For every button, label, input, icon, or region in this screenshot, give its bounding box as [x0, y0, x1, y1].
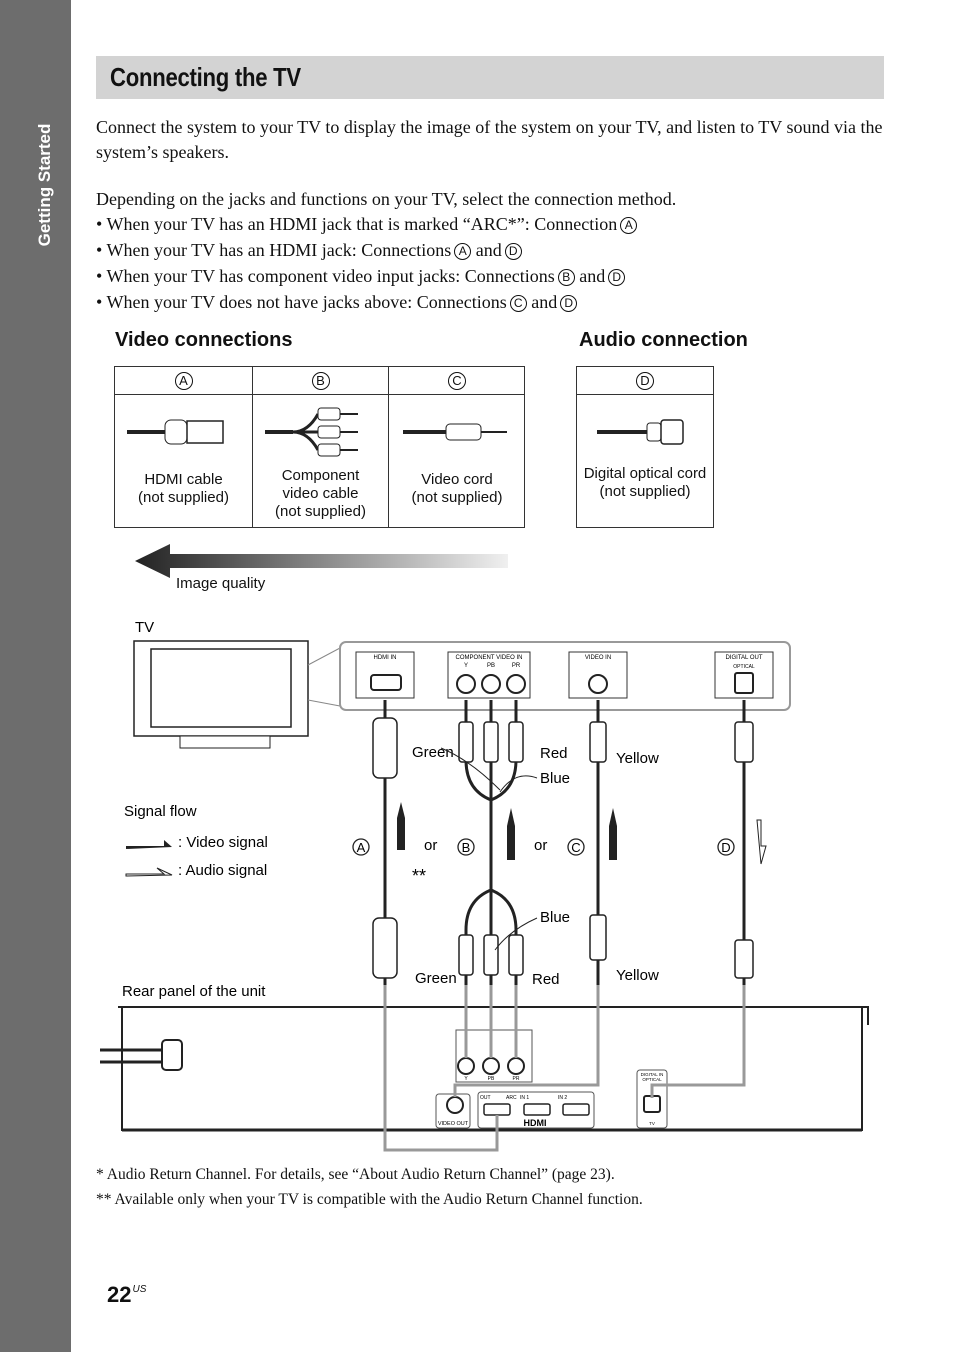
bullet-4: • When your TV does not have jacks above…: [96, 290, 896, 315]
cell-component-cable: B Component video cable (not supplied): [252, 367, 388, 527]
ref-a: A: [174, 372, 193, 390]
bullet-text: • When your TV has an HDMI jack: Connect…: [96, 240, 452, 260]
unit-optical-label: OPTICAL: [642, 1077, 662, 1082]
video-signal-legend-icon: [126, 840, 172, 849]
in2-label: IN 2: [558, 1095, 567, 1101]
footnote-1: * Audio Return Channel. For details, see…: [96, 1166, 615, 1183]
out-label: OUT: [480, 1095, 491, 1101]
unit-rear-panel: Y PB PR VIDEO OUT OUT ARC IN 1 IN 2 HDMI DIGI…: [100, 1006, 869, 1132]
tv-icon: [133, 640, 309, 749]
ref-a: A: [454, 243, 472, 260]
digital-out-label: DIGITAL OUT: [725, 655, 762, 661]
connection-diagram: TV HDMI IN COMPONENT VIDEO IN Y PB PR VI…: [100, 619, 869, 1152]
video-cord-icon: [403, 423, 507, 441]
hdmi-logo: HDMI: [524, 1118, 547, 1128]
caption-line: (not supplied): [411, 489, 503, 506]
caption-line: (not supplied): [138, 489, 229, 506]
video-signal-legend: : Video signal: [178, 834, 268, 851]
caption-line: HDMI cable: [144, 471, 223, 488]
ref-a: A: [357, 840, 366, 855]
bullet-3: • When your TV has component video input…: [96, 264, 896, 289]
green-label: Green: [412, 744, 454, 761]
bullet-text: • When your TV does not have jacks above…: [96, 292, 507, 312]
section-label: Getting Started: [35, 123, 54, 247]
and-text: and: [531, 292, 558, 312]
page-region-suffix: US: [132, 1284, 147, 1295]
optical-label: OPTICAL: [733, 664, 755, 670]
caption-line: Component: [281, 467, 360, 484]
component-video-in-label: COMPONENT VIDEO IN: [456, 655, 523, 661]
and-text: and: [579, 266, 606, 286]
yellow-label: Yellow: [616, 750, 659, 767]
double-asterisk: **: [412, 866, 426, 886]
y-label: Y: [464, 663, 468, 669]
video-connections-heading: Video connections: [115, 329, 293, 351]
title-bar: Connecting the TV: [96, 56, 884, 99]
cell-hdmi-cable: A HDMI cable (not supplied): [115, 367, 252, 527]
audio-connection-table: D Digital optical cord (not supplied): [576, 366, 714, 528]
and-text: and: [475, 240, 502, 260]
bullet-2: • When your TV has an HDMI jack: Connect…: [96, 238, 896, 263]
red-label: Red: [540, 745, 568, 762]
page-number: 22US: [107, 1282, 146, 1308]
audio-signal-arrow: [756, 819, 767, 865]
tv-label: TV: [135, 619, 154, 636]
audio-signal-legend: : Audio signal: [178, 862, 267, 879]
page-number-value: 22: [107, 1282, 132, 1307]
green-label: Green: [415, 970, 457, 987]
red-label: Red: [532, 971, 560, 988]
ref-d: D: [721, 840, 730, 855]
manual-page: Getting Started Connecting the TV Connec…: [0, 0, 954, 1352]
rear-panel-label: Rear panel of the unit: [122, 983, 266, 1000]
arc-label: ARC: [506, 1095, 517, 1101]
ref-c: C: [571, 840, 580, 855]
caption-line: Digital optical cord: [583, 465, 707, 482]
video-in-label: VIDEO IN: [585, 655, 611, 661]
ref-c: C: [448, 372, 466, 390]
caption-line: (not supplied): [275, 503, 366, 520]
cell-video-cord: C Video cord (not supplied): [388, 367, 525, 527]
ref-c: C: [509, 295, 527, 312]
audio-signal-legend-icon: [125, 867, 173, 877]
caption-line: Video cord: [421, 471, 493, 488]
intro-paragraph: Connect the system to your TV to display…: [96, 117, 883, 162]
signal-flow-title: Signal flow: [124, 803, 197, 820]
bullet-text: • When your TV has an HDMI jack that is …: [96, 214, 618, 234]
blue-label: Blue: [540, 909, 570, 926]
ref-b: B: [557, 269, 575, 286]
caption-line: (not supplied): [599, 483, 691, 500]
image-quality-label: Image quality: [176, 575, 266, 592]
page-title: Connecting the TV: [110, 62, 301, 92]
or-label: or: [424, 837, 437, 854]
caption-line: video cable: [282, 485, 359, 502]
pb-label: PB: [487, 663, 495, 669]
optical-cord-icon: [597, 419, 684, 445]
ref-b: B: [311, 372, 330, 390]
ref-a: A: [620, 217, 638, 234]
in1-label: IN 1: [520, 1095, 529, 1101]
unit-pb-label: PB: [488, 1076, 495, 1082]
video-connections-table: A HDMI cable (not supplied) B Component vi…: [114, 366, 525, 528]
ref-d: D: [608, 269, 626, 286]
blue-label: Blue: [540, 770, 570, 787]
or-label: or: [534, 837, 547, 854]
ref-d: D: [504, 243, 522, 260]
hdmi-cable-icon: [127, 419, 224, 445]
audio-connection-heading: Audio connection: [579, 329, 748, 351]
footnote-2: ** Available only when your TV is compat…: [96, 1191, 643, 1208]
ref-d: D: [636, 372, 654, 390]
bullet-text: • When your TV has component video input…: [96, 266, 555, 286]
ref-d: D: [560, 295, 578, 312]
video-out-label: VIDEO OUT: [438, 1121, 469, 1127]
component-cable-icon: [265, 407, 358, 457]
bullet-1: • When your TV has an HDMI jack that is …: [96, 212, 896, 237]
ref-b: B: [462, 840, 471, 855]
unit-tv-label: TV: [649, 1121, 655, 1126]
hdmi-in-label: HDMI IN: [374, 655, 397, 661]
pr-label: PR: [512, 663, 521, 669]
yellow-label: Yellow: [616, 967, 659, 984]
unit-pr-label: PR: [513, 1076, 520, 1082]
method-intro: Depending on the jacks and functions on …: [96, 189, 677, 209]
